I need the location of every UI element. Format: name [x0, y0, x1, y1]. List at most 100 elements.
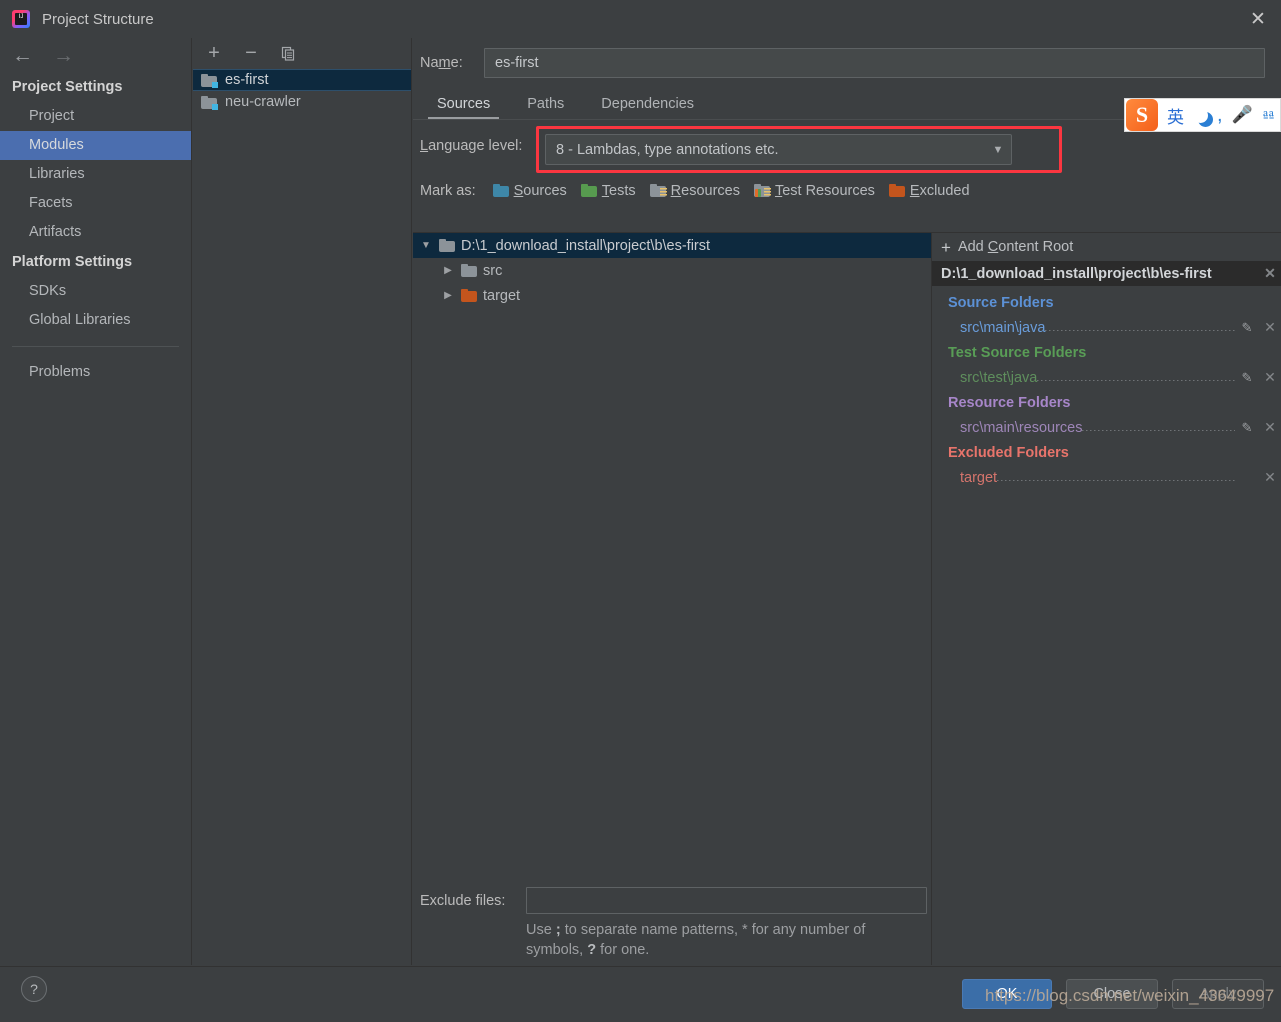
close-icon[interactable]: ✕	[1235, 0, 1281, 38]
chevron-down-icon: ▼	[992, 143, 1004, 156]
remove-folder-icon[interactable]: ✕	[1259, 419, 1281, 436]
sidebar-item-facets[interactable]: Facets	[0, 189, 191, 218]
microphone-icon[interactable]: 🎤	[1232, 105, 1253, 125]
dotted-leader	[1082, 430, 1235, 431]
mark-as-excluded-button[interactable]: Excluded	[888, 182, 970, 199]
mark-as-resources-label: Resources	[670, 182, 740, 199]
dotted-leader	[1037, 380, 1235, 381]
language-level-label: Language level:	[420, 138, 523, 154]
exclude-files-input[interactable]	[526, 887, 927, 914]
exclude-files-area: Exclude files: Use ; to separate name pa…	[413, 877, 932, 965]
mark-as-row: Mark as: Sources Tests Resources Test Re…	[413, 176, 1281, 205]
sogou-logo-icon[interactable]: S	[1126, 99, 1158, 131]
sidebar-item-modules[interactable]: Modules	[0, 131, 191, 160]
remove-module-button[interactable]: −	[242, 42, 260, 64]
tests-folder-icon	[580, 184, 597, 197]
content-tree-pane: ▼ D:\1_download_install\project\b\es-fir…	[413, 232, 932, 877]
module-item-es-first[interactable]: es-first	[193, 69, 411, 91]
mark-as-label: Mark as:	[420, 182, 476, 199]
exclude-files-label: Exclude files:	[420, 892, 506, 909]
ime-mode-label[interactable]: 英	[1167, 103, 1184, 128]
folder-entry-row[interactable]: src\main\java ✎ ✕	[948, 314, 1281, 336]
tree-row[interactable]: ▶ src	[413, 258, 931, 283]
folder-entry-row[interactable]: target ✕	[948, 464, 1281, 486]
tree-row-label: D:\1_download_install\project\b\es-first	[461, 237, 711, 254]
copy-module-icon[interactable]	[279, 45, 297, 63]
mark-as-test-resources-button[interactable]: Test Resources	[753, 183, 875, 199]
tree-row[interactable]: ▼ D:\1_download_install\project\b\es-fir…	[413, 233, 931, 258]
sidebar-item-global-libraries[interactable]: Global Libraries	[0, 306, 191, 335]
help-button[interactable]: ?	[21, 976, 47, 1002]
exclude-files-row: Exclude files:	[420, 887, 931, 914]
module-name-label: Name:	[420, 55, 463, 71]
mark-as-resources-button[interactable]: Resources	[649, 182, 740, 199]
add-content-root-label: Add Content Root	[957, 239, 1074, 255]
remove-folder-icon[interactable]: ✕	[1259, 369, 1281, 386]
edit-pencil-icon[interactable]: ✎	[1235, 420, 1259, 436]
source-folders-title: Source Folders	[948, 295, 1054, 311]
folder-entry-row[interactable]: src\main\resources ✎ ✕	[948, 414, 1281, 436]
forward-arrow-icon[interactable]: →	[53, 45, 74, 66]
sogou-ime-toolbar: S 英 , 🎤 ⎂	[1124, 98, 1281, 132]
module-item-label: neu-crawler	[225, 94, 301, 110]
intellij-idea-icon: IJ	[12, 10, 30, 28]
keyboard-icon[interactable]: ⎂	[1262, 105, 1276, 125]
mark-as-sources-button[interactable]: Sources	[492, 183, 567, 199]
sources-folder-icon	[492, 184, 509, 197]
module-item-neu-crawler[interactable]: neu-crawler	[193, 91, 411, 113]
module-name-input[interactable]	[484, 48, 1265, 78]
remove-content-root-icon[interactable]: ✕	[1259, 265, 1281, 282]
sidebar-group-project-settings: Project Settings	[12, 79, 123, 95]
resources-folder-icon	[649, 184, 667, 197]
sources-split-pane: ▼ D:\1_download_install\project\b\es-fir…	[413, 232, 1281, 877]
excluded-folders-title: Excluded Folders	[948, 445, 1069, 461]
twisty-collapsed-icon[interactable]: ▶	[441, 290, 455, 301]
folder-path: src\test\java	[960, 370, 1038, 386]
module-name-row: Name:	[413, 38, 1281, 88]
modules-list-panel: + − es-first neu-crawler	[193, 38, 412, 965]
window-titlebar: IJ Project Structure ✕	[0, 0, 1281, 38]
dotted-leader	[997, 480, 1235, 481]
tab-sources[interactable]: Sources	[420, 93, 507, 119]
resource-folders-group: Resource Folders src\main\resources ✎ ✕	[932, 395, 1281, 436]
resource-folders-title: Resource Folders	[948, 395, 1071, 411]
twisty-expanded-icon[interactable]: ▼	[419, 240, 433, 251]
tree-row[interactable]: ▶ target	[413, 283, 931, 308]
edit-pencil-icon[interactable]: ✎	[1235, 370, 1259, 386]
excluded-folders-group: Excluded Folders target ✕	[932, 445, 1281, 486]
dotted-leader	[1045, 330, 1235, 331]
language-level-select[interactable]: 8 - Lambdas, type annotations etc. ▼	[545, 134, 1012, 165]
close-button[interactable]: Close	[1066, 979, 1158, 1009]
sidebar-item-artifacts[interactable]: Artifacts	[0, 218, 191, 247]
edit-pencil-icon[interactable]: ✎	[1235, 320, 1259, 336]
sidebar-item-libraries[interactable]: Libraries	[0, 160, 191, 189]
mark-as-tests-button[interactable]: Tests	[580, 182, 636, 199]
add-content-root-button[interactable]: + Add Content Root	[932, 233, 1281, 261]
twisty-collapsed-icon[interactable]: ▶	[441, 265, 455, 276]
folder-entry-row[interactable]: src\test\java ✎ ✕	[948, 364, 1281, 386]
tab-paths[interactable]: Paths	[510, 93, 581, 119]
folder-path: target	[960, 470, 998, 486]
source-folders-group: Source Folders src\main\java ✎ ✕	[932, 295, 1281, 336]
sidebar-item-project[interactable]: Project	[0, 102, 191, 131]
sidebar-item-problems[interactable]: Problems	[0, 358, 191, 387]
tab-dependencies[interactable]: Dependencies	[584, 93, 711, 119]
content-root-header: D:\1_download_install\project\b\es-first…	[932, 261, 1281, 286]
excluded-folder-icon	[461, 289, 477, 302]
remove-folder-icon[interactable]: ✕	[1259, 469, 1281, 486]
comma-icon[interactable]: ,	[1217, 104, 1223, 127]
add-module-button[interactable]: +	[205, 42, 223, 64]
mark-as-excluded-label: Excluded	[909, 182, 970, 199]
back-arrow-icon[interactable]: ←	[12, 45, 33, 66]
sidebar-divider	[12, 346, 179, 347]
sidebar-item-sdks[interactable]: SDKs	[0, 277, 191, 306]
modules-toolbar: + −	[193, 38, 411, 69]
sidebar-nav: ← →	[0, 38, 191, 72]
settings-sidebar: ← → Project Settings Project Modules Lib…	[0, 38, 192, 965]
folder-icon	[439, 239, 455, 252]
remove-folder-icon[interactable]: ✕	[1259, 319, 1281, 336]
mark-as-tests-label: Tests	[601, 182, 636, 199]
ok-button[interactable]: OK	[962, 979, 1052, 1009]
moon-icon[interactable]	[1193, 108, 1208, 123]
tree-row-label: target	[483, 287, 521, 304]
